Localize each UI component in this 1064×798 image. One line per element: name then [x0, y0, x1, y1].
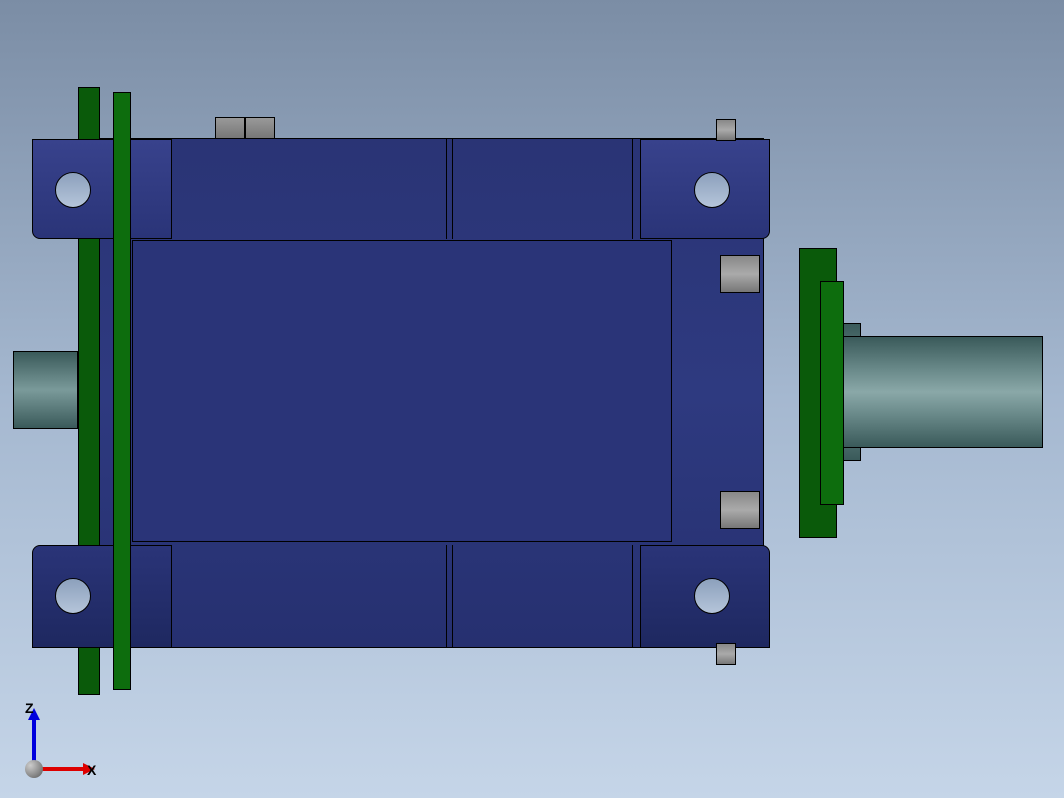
hex-nuts [215, 117, 275, 139]
shaft-left [13, 351, 78, 429]
edge-line [452, 545, 453, 648]
z-axis-icon [32, 718, 36, 763]
plate-right-front [820, 281, 844, 505]
spacer-block [720, 491, 760, 529]
spacer-block [716, 643, 736, 665]
edge-line [446, 545, 447, 648]
bolt-hole [55, 172, 91, 208]
mounting-flange-top-left [32, 139, 172, 239]
hex-nut [215, 117, 245, 139]
axis-origin-icon [25, 760, 43, 778]
edge-line [632, 139, 633, 239]
x-axis-label: X [87, 762, 96, 778]
bolt-hole [694, 172, 730, 208]
shaft-right [843, 336, 1043, 448]
bolt-hole [55, 578, 91, 614]
hex-nut [245, 117, 275, 139]
z-axis-label: Z [25, 700, 34, 716]
cad-viewport[interactable]: Z X [0, 0, 1064, 798]
edge-line [452, 139, 453, 239]
spacer-block [716, 119, 736, 141]
edge-line [446, 139, 447, 239]
main-housing-recess [132, 240, 672, 542]
x-axis-icon [40, 767, 85, 771]
bolt-hole [694, 578, 730, 614]
mounting-flange-bottom-left [32, 545, 172, 648]
edge-line [632, 545, 633, 648]
axis-triad[interactable]: Z X [25, 698, 105, 778]
spacer-block [720, 255, 760, 293]
plate-left-front [113, 92, 131, 690]
